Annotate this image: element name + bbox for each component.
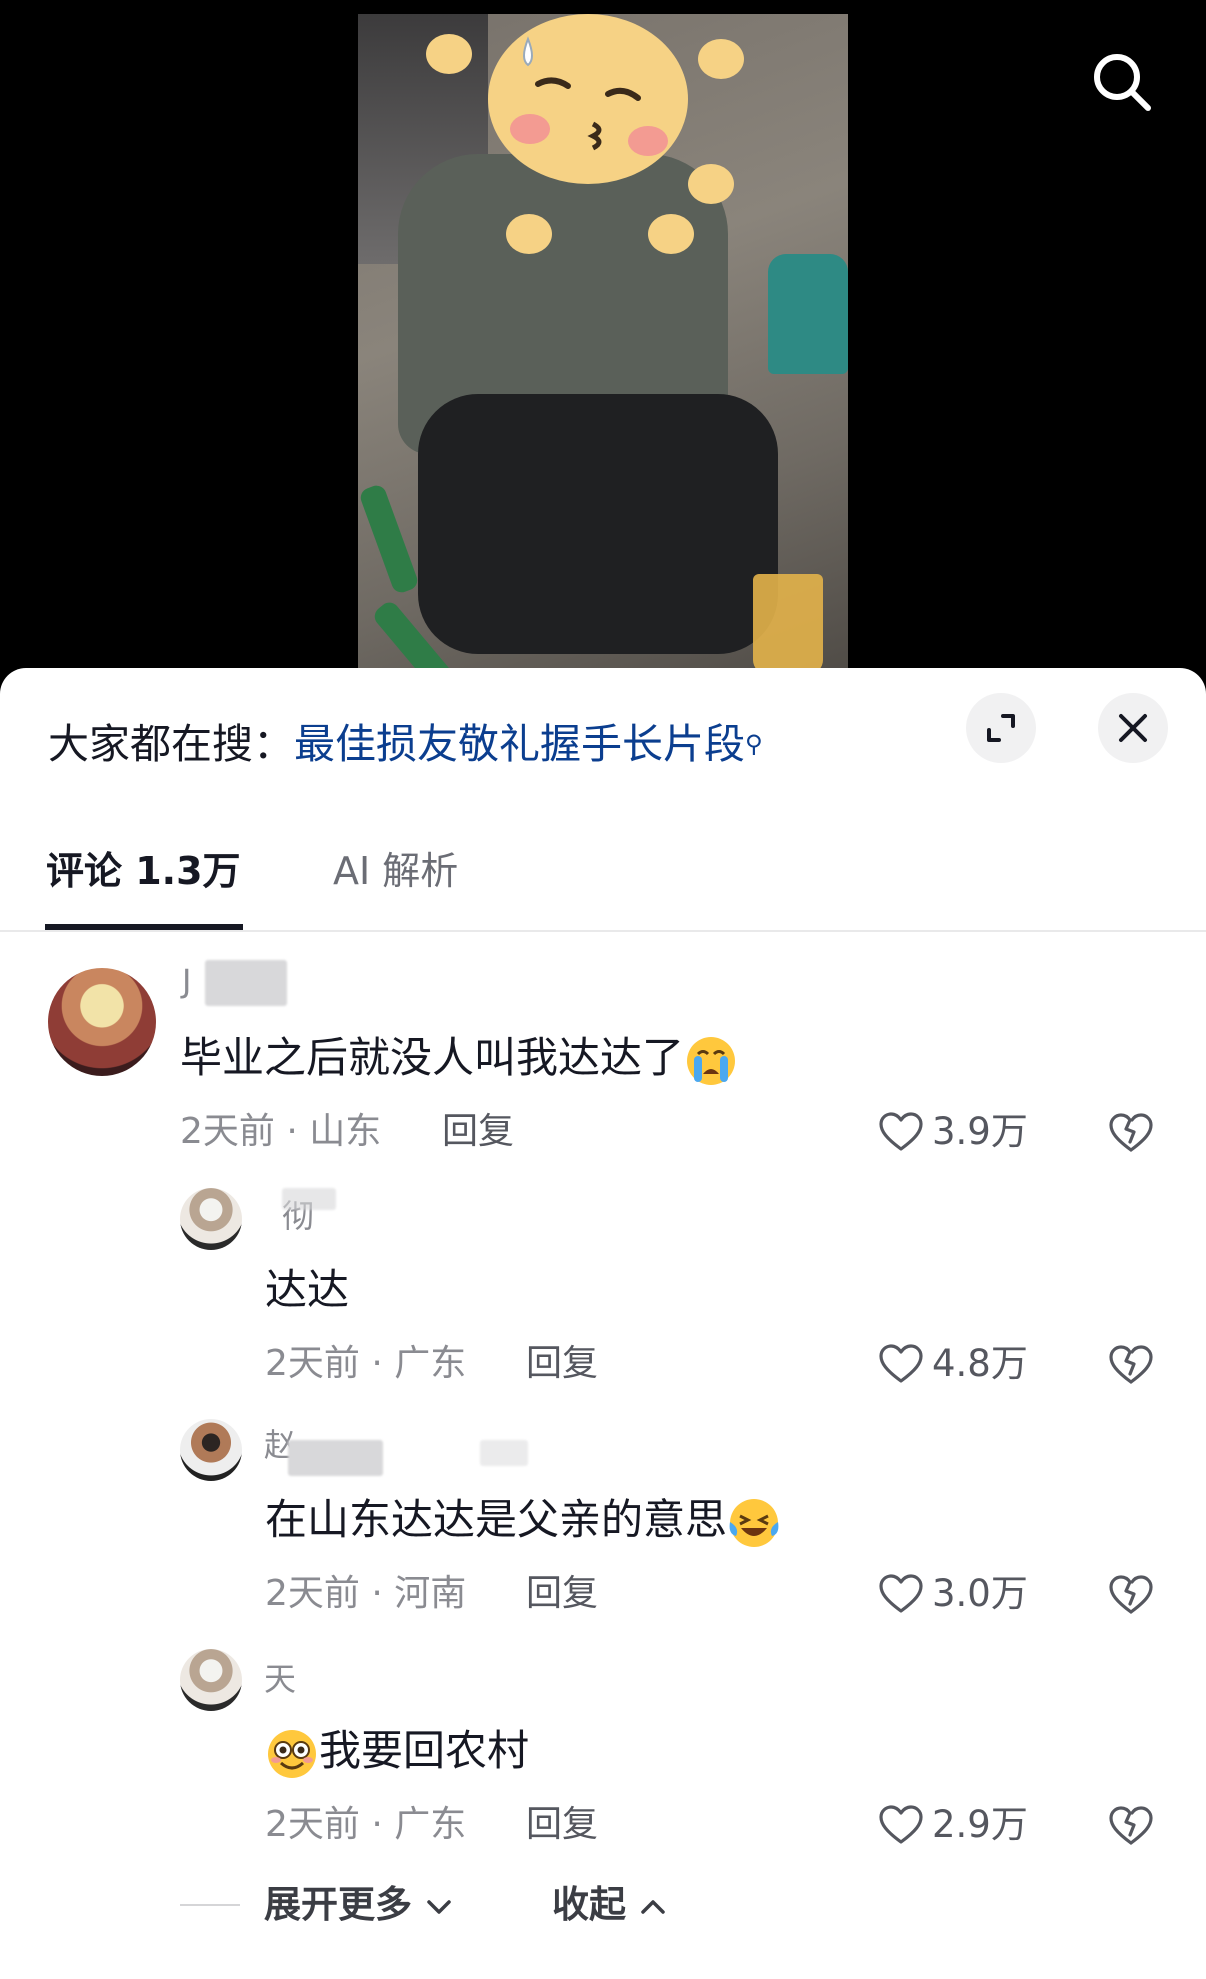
like-count: 4.8万 [932,1342,1028,1385]
reply-meta: 2天前 · 广东 [265,1343,467,1384]
close-icon [1119,714,1147,742]
video-player[interactable] [0,0,1206,700]
dislike-icon[interactable] [1108,1110,1154,1156]
heart-icon [879,1344,923,1383]
avatar[interactable] [48,968,156,1076]
search-small-icon: ⚲ [745,730,763,758]
reply-button[interactable]: 回复 [526,1801,598,1849]
chevron-down-icon [427,1899,451,1914]
username-redaction [480,1440,528,1466]
trending-prefix: 大家都在搜： [48,720,294,768]
flushed-face-icon [268,1729,316,1778]
tab-comments[interactable]: 评论 1.3万 [46,836,241,906]
close-button[interactable] [1098,693,1168,763]
video-person-legs [418,394,778,654]
reply-button[interactable]: 回复 [442,1108,514,1156]
video-frame[interactable] [358,14,848,700]
expand-more-button[interactable]: 展开更多 [264,1880,453,1930]
video-cup [753,574,823,674]
search-button[interactable] [1090,50,1154,114]
expand-icon [987,714,1015,742]
reply-username[interactable]: 天 [264,1654,296,1700]
avatar[interactable] [180,1649,242,1711]
reply-text-content: 我要回农村 [319,1726,530,1775]
trending-search[interactable]: 大家都在搜：最佳损友敬礼握手长片段⚲ [48,718,763,770]
username-redaction [282,1188,336,1210]
like-button[interactable]: 3.0万 [878,1570,1028,1618]
comment-username[interactable]: J [182,962,191,1000]
username-redaction [205,960,287,1006]
dislike-icon[interactable] [1108,1803,1154,1849]
like-button[interactable]: 4.8万 [878,1340,1028,1388]
avatar[interactable] [180,1419,242,1481]
collapse-button[interactable]: 收起 [552,1880,667,1930]
avatar[interactable] [180,1188,242,1250]
reply-text: 在山东达达是父亲的意思 [265,1492,781,1550]
tabs-divider [0,930,1206,932]
reply-button[interactable]: 回复 [526,1340,598,1388]
divider-line [180,1904,240,1906]
expand-button[interactable] [966,693,1036,763]
reply-button[interactable]: 回复 [526,1570,598,1618]
collapse-label: 收起 [552,1883,626,1926]
dislike-icon[interactable] [1108,1572,1154,1618]
reply-text: 我要回农村 [265,1723,529,1781]
heart-icon [879,1574,923,1613]
sticker-ray [426,34,472,74]
sticker-ray [648,214,694,254]
reply-text: 达达 [265,1265,350,1314]
chevron-up-icon [641,1899,665,1914]
laughing-crying-face-icon [729,1498,779,1547]
sticker-ray [506,214,552,254]
comment-text-content: 毕业之后就没人叫我达达了 [180,1033,685,1082]
reply-text-content: 在山东达达是父亲的意思 [265,1495,728,1544]
crying-face-icon [687,1036,736,1085]
sticker-ray [698,39,744,79]
comment-meta: 2天前 · 山东 [180,1111,382,1152]
video-stool [768,254,848,374]
like-button[interactable]: 2.9万 [878,1801,1028,1849]
expand-more-label: 展开更多 [264,1883,412,1926]
like-count: 3.9万 [932,1110,1028,1153]
reply-meta: 2天前 · 广东 [265,1804,467,1845]
reply-meta: 2天前 · 河南 [265,1573,467,1614]
sticker-ray [688,164,734,204]
tab-ai-analysis[interactable]: AI 解析 [333,836,458,906]
sweat-face-icon [523,36,641,151]
heart-icon [879,1112,923,1151]
username-redaction [288,1440,383,1476]
dislike-icon[interactable] [1108,1342,1154,1388]
comment-text: 毕业之后就没人叫我达达了 [180,1030,738,1088]
face-sticker [488,14,688,184]
like-button[interactable]: 3.9万 [878,1108,1028,1156]
search-icon [1094,54,1151,111]
comment-tabs: 评论 1.3万 AI 解析 [0,818,1206,898]
comments-sheet: 大家都在搜：最佳损友敬礼握手长片段⚲ 评论 1.3万 AI 解析 J 毕业之后就… [0,668,1206,1979]
like-count: 3.0万 [932,1572,1028,1615]
like-count: 2.9万 [932,1803,1028,1846]
heart-icon [879,1805,923,1844]
trending-query[interactable]: 最佳损友敬礼握手长片段 [294,720,745,768]
